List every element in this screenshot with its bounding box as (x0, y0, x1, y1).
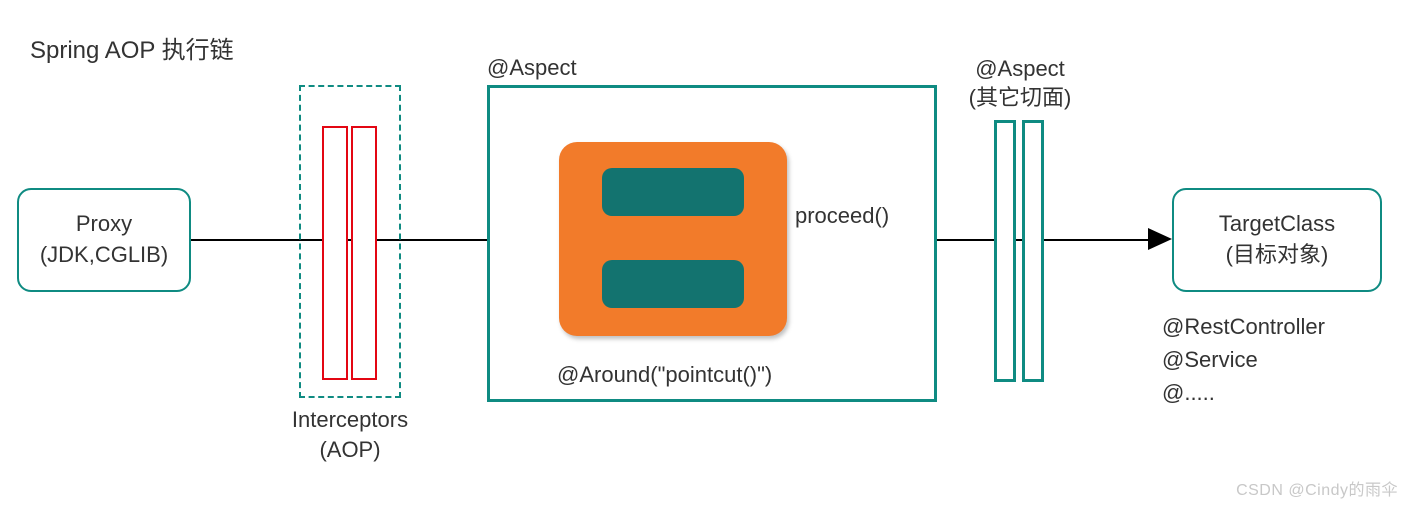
target-box: TargetClass (目标对象) (1172, 188, 1382, 292)
target-annotations: @RestController @Service @..... (1162, 310, 1325, 409)
interceptor-bar-icon (351, 126, 377, 380)
diagram-title: Spring AOP 执行链 (30, 30, 234, 65)
annotation-etc: @..... (1162, 376, 1325, 409)
other-aspect-label: @Aspect (其它切面) (960, 55, 1080, 112)
other-aspect-line2: (其它切面) (960, 84, 1080, 113)
proceed-label: proceed() (795, 203, 889, 229)
interceptor-bar-icon (322, 126, 348, 380)
target-label-line2: (目标对象) (1226, 240, 1329, 271)
other-aspect-line1: @Aspect (960, 55, 1080, 84)
aspect-label: @Aspect (487, 55, 577, 81)
proxy-label-line2: (JDK,CGLIB) (40, 240, 168, 271)
advice-after-icon (602, 260, 744, 308)
interceptors-label: Interceptors (AOP) (260, 405, 440, 464)
target-label-line1: TargetClass (1219, 209, 1335, 240)
flow-arrow-head-icon (1148, 228, 1172, 250)
advice-before-icon (602, 168, 744, 216)
proxy-label-line1: Proxy (76, 209, 132, 240)
other-aspect-bar-icon (994, 120, 1016, 382)
other-aspect-bar-icon (1022, 120, 1044, 382)
other-aspect-bars (994, 120, 1046, 382)
interceptors-label-line1: Interceptors (260, 405, 440, 435)
annotation-restcontroller: @RestController (1162, 310, 1325, 343)
around-label: @Around("pointcut()") (557, 362, 772, 388)
annotation-service: @Service (1162, 343, 1325, 376)
interceptors-label-line2: (AOP) (260, 435, 440, 465)
watermark: CSDN @Cindy的雨伞 (1236, 476, 1398, 500)
proxy-box: Proxy (JDK,CGLIB) (17, 188, 191, 292)
interceptor-bars (322, 126, 378, 380)
